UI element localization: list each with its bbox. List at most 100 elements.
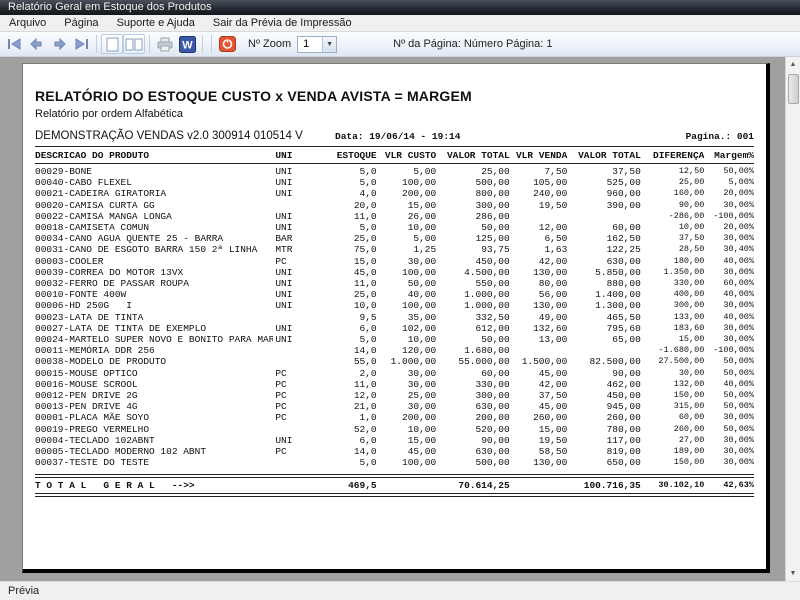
toolbar-separator	[96, 35, 97, 53]
cell-vlr-custo: 120,00	[377, 345, 437, 356]
cell-vlr-custo: 100,00	[377, 267, 437, 278]
cell-diferenca: 260,00	[641, 424, 705, 435]
table-row: 00034-CANO AGUA QUENTE 25 - BARRA BAR 25…	[35, 233, 754, 244]
cell-estoque: 5,0	[309, 177, 377, 188]
table-row: 00011-MEMÓRIA DDR 256 14,0 120,00 1.680,…	[35, 345, 754, 356]
zoom-value: 1	[298, 38, 322, 50]
scroll-down-icon[interactable]: ▼	[786, 566, 800, 581]
report-page: RELATÓRIO DO ESTOQUE CUSTO x VENDA AVIST…	[22, 63, 770, 573]
cell-valor-total-custo: 630,00	[436, 401, 509, 412]
cell-diferenca: 37,50	[641, 233, 705, 244]
cell-estoque: 21,0	[309, 401, 377, 412]
cell-uni: BAR	[273, 233, 309, 244]
cell-valor-total-custo: 286,00	[436, 211, 509, 222]
cell-estoque: 14,0	[309, 345, 377, 356]
cell-uni: UNI	[273, 166, 309, 177]
cell-descricao: 00022-CAMISA MANGA LONGA	[35, 211, 273, 222]
col-diferenca: DIFERENÇA	[641, 149, 705, 162]
table-row: 00037-TESTE DO TESTE 5,0 100,00 500,00 1…	[35, 457, 754, 468]
cell-diferenca: 132,00	[641, 379, 705, 390]
close-preview-icon	[219, 36, 236, 52]
cell-uni: UNI	[273, 188, 309, 199]
status-label: Prévia	[8, 585, 39, 597]
printer-icon	[157, 37, 173, 52]
cell-uni	[273, 345, 309, 356]
cell-diferenca: 27,00	[641, 435, 705, 446]
table-row: 00031-CANO DE ESGOTO BARRA 150 2ª LINHA …	[35, 244, 754, 255]
cell-valor-total-custo: 500,00	[436, 177, 509, 188]
cell-margem: 50,00%	[704, 401, 754, 412]
first-page-button[interactable]	[4, 34, 26, 54]
cell-valor-total-custo: 1.000,00	[436, 300, 509, 311]
cell-valor-total-custo: 330,00	[436, 379, 509, 390]
two-pages-view-button[interactable]	[123, 34, 145, 54]
cell-diferenca: 150,00	[641, 457, 705, 468]
menu-pagina[interactable]: Página	[55, 15, 107, 32]
cell-valor-total-custo: 550,00	[436, 278, 509, 289]
next-page-button[interactable]	[48, 34, 70, 54]
cell-descricao: 00006-HD 250G I	[35, 300, 273, 311]
menu-arquivo[interactable]: Arquivo	[0, 15, 55, 32]
cell-descricao: 00001-PLACA MÃE SOYO	[35, 412, 273, 423]
cell-margem: -100,00%	[704, 345, 754, 356]
cell-estoque: 6,0	[309, 323, 377, 334]
cell-descricao: 00040-CABO FLEXEL	[35, 177, 273, 188]
cell-vlr-venda: 19,50	[510, 435, 568, 446]
preview-area: RELATÓRIO DO ESTOQUE CUSTO x VENDA AVIST…	[0, 57, 800, 581]
cell-uni: UNI	[273, 278, 309, 289]
cell-uni	[273, 200, 309, 211]
cell-estoque: 11,0	[309, 278, 377, 289]
cell-uni: UNI	[273, 289, 309, 300]
cell-descricao: 00013-PEN DRIVE 4G	[35, 401, 273, 412]
zoom-select[interactable]: 1 ▼	[297, 36, 337, 53]
single-page-view-button[interactable]	[101, 34, 123, 54]
cell-valor-total-custo: 612,00	[436, 323, 509, 334]
cell-diferenca: 30,00	[641, 368, 705, 379]
cell-vlr-custo: 26,00	[377, 211, 437, 222]
chevron-down-icon[interactable]: ▼	[322, 37, 336, 52]
menu-suporte-e-ajuda[interactable]: Suporte e Ajuda	[108, 15, 204, 32]
col-vlr-custo: VLR CUSTO	[377, 149, 437, 162]
cell-margem: 30,00%	[704, 233, 754, 244]
export-word-button[interactable]: W	[176, 34, 198, 54]
scroll-up-icon[interactable]: ▲	[786, 57, 800, 72]
cell-margem: 40,00%	[704, 312, 754, 323]
cell-valor-total-custo: 90,00	[436, 435, 509, 446]
cell-valor-total-venda: 162,50	[567, 233, 640, 244]
cell-vlr-custo: 50,00	[377, 278, 437, 289]
table-row: 00003-COOLER PC 15,0 30,00 450,00 42,00 …	[35, 256, 754, 267]
cell-valor-total-venda: 525,00	[567, 177, 640, 188]
prev-page-button[interactable]	[26, 34, 48, 54]
cell-valor-total-custo: 630,00	[436, 446, 509, 457]
cell-valor-total-custo: 125,00	[436, 233, 509, 244]
cell-estoque: 5,0	[309, 222, 377, 233]
cell-vlr-venda: 6,50	[510, 233, 568, 244]
cell-uni: PC	[273, 390, 309, 401]
cell-margem: 40,00%	[704, 289, 754, 300]
col-vlr-venda: VLR VENDA	[510, 149, 568, 162]
cell-vlr-venda: 13,00	[510, 334, 568, 345]
close-preview-button[interactable]	[216, 34, 238, 54]
cell-diferenca: 60,00	[641, 412, 705, 423]
cell-estoque: 4,0	[309, 188, 377, 199]
divider	[35, 163, 754, 164]
page-info-label: Nº da Página: Número Página: 1	[393, 38, 552, 50]
cell-uni: UNI	[273, 300, 309, 311]
cell-margem: 30,40%	[704, 244, 754, 255]
print-button[interactable]	[154, 34, 176, 54]
scrollbar-thumb[interactable]	[788, 74, 799, 104]
cell-diferenca: 28,50	[641, 244, 705, 255]
vertical-scrollbar[interactable]: ▲ ▼	[785, 57, 800, 581]
cell-descricao: 00029-BONE	[35, 166, 273, 177]
cell-descricao: 00005-TECLADO MODERNO 102 ABNT	[35, 446, 273, 457]
table-row: 00016-MOUSE SCROOL PC 11,0 30,00 330,00 …	[35, 379, 754, 390]
cell-margem: 30,00%	[704, 334, 754, 345]
menu-sair-da-previa[interactable]: Sair da Prévia de Impressão	[204, 15, 361, 32]
word-export-icon: W	[179, 36, 196, 53]
cell-diferenca: 189,00	[641, 446, 705, 457]
cell-vlr-venda: 15,00	[510, 424, 568, 435]
cell-valor-total-venda: 650,00	[567, 457, 640, 468]
cell-vlr-custo: 1,25	[377, 244, 437, 255]
total-diferenca: 30.102,10	[641, 478, 705, 493]
last-page-button[interactable]	[70, 34, 92, 54]
